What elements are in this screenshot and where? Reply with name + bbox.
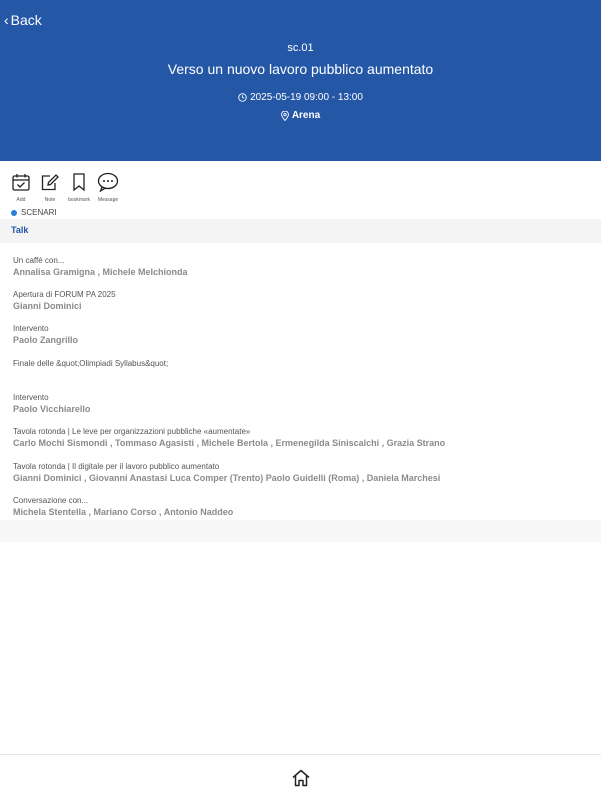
bottom-nav (0, 754, 601, 801)
talk-item[interactable]: Un caffè con... Annalisa Gramigna , Mich… (13, 256, 188, 277)
calendar-check-icon (12, 174, 30, 191)
location-label: Arena (291, 110, 321, 121)
category-label: SCENARI (21, 208, 57, 217)
session-code: sc.01 (287, 42, 314, 54)
talk-speakers: Michela Stentella , Mariano Corso , Anto… (13, 507, 234, 517)
talk-title: Apertura di FORUM PA 2025 (13, 290, 116, 299)
clock-icon (238, 93, 247, 102)
bookmark-button[interactable]: bookmark (68, 172, 90, 203)
note-button[interactable]: Note (39, 172, 61, 203)
talk-section-header: Talk (0, 219, 601, 243)
message-button[interactable]: Message (97, 172, 119, 203)
talk-title: Conversazione con... (13, 496, 89, 505)
note-label: Note (44, 197, 56, 203)
session-title: Verso un nuovo lavoro pubblico aumentato (167, 61, 434, 77)
talk-item[interactable]: Conversazione con... Michela Stentella ,… (13, 496, 233, 517)
talk-speakers: Annalisa Gramigna , Michele Melchionda (13, 267, 188, 277)
talk-item[interactable]: Finale delle &quot;Olimpiadi Syllabus&qu… (13, 359, 168, 370)
location-pin-icon (280, 110, 289, 121)
list-footer-spacer (0, 520, 601, 542)
talk-title: Tavola rotonda | Il digitale per il lavo… (13, 462, 220, 471)
add-to-calendar-button[interactable]: Add (10, 172, 32, 203)
talk-item[interactable]: Apertura di FORUM PA 2025 Gianni Dominic… (13, 290, 116, 311)
bookmark-icon (73, 173, 85, 192)
talk-speakers: Paolo Zangrillo (13, 335, 79, 345)
talk-speakers: Paolo Vicchiarello (13, 404, 91, 414)
talk-title: Intervento (13, 324, 49, 333)
talk-speakers: Carlo Mochi Sismondi , Tommaso Agasisti … (13, 438, 446, 448)
section-label: Talk (11, 225, 29, 235)
message-bubble-icon (97, 172, 119, 192)
back-label: Back (10, 12, 42, 28)
session-location: Arena (0, 110, 601, 121)
talk-title: Un caffè con... (13, 256, 65, 265)
talk-speakers: Gianni Dominici (13, 301, 82, 311)
add-label: Add (16, 197, 26, 203)
bookmark-label: bookmark (68, 197, 90, 203)
back-button[interactable]: ‹ Back (4, 12, 42, 28)
chevron-left-icon: ‹ (4, 12, 9, 28)
talk-title: Finale delle &quot;Olimpiadi Syllabus&qu… (13, 359, 169, 368)
talk-item[interactable]: Tavola rotonda | Il digitale per il lavo… (13, 462, 440, 483)
talk-item[interactable]: Tavola rotonda | Le leve per organizzazi… (13, 427, 445, 448)
category-tag: SCENARI (11, 208, 57, 217)
home-button[interactable] (291, 768, 311, 793)
talk-speakers: Gianni Dominici , Giovanni Anastasi Luca… (13, 473, 441, 483)
talk-item[interactable]: Intervento Paolo Zangrillo (13, 324, 78, 345)
talk-title: Intervento (13, 393, 49, 402)
event-header: ‹ Back sc.01 Verso un nuovo lavoro pubbl… (0, 0, 601, 161)
session-datetime: 2025-05-19 09:00 - 13:00 (250, 92, 363, 103)
talk-title: Tavola rotonda | Le leve per organizzazi… (13, 427, 251, 436)
session-time: 2025-05-19 09:00 - 13:00 (0, 92, 601, 103)
action-bar: Add Note bookmark Message (10, 172, 119, 203)
message-label: Message (97, 197, 119, 203)
home-icon (292, 769, 310, 787)
note-edit-icon (41, 174, 59, 191)
talk-item[interactable]: Intervento Paolo Vicchiarello (13, 393, 90, 414)
category-dot (11, 209, 17, 216)
